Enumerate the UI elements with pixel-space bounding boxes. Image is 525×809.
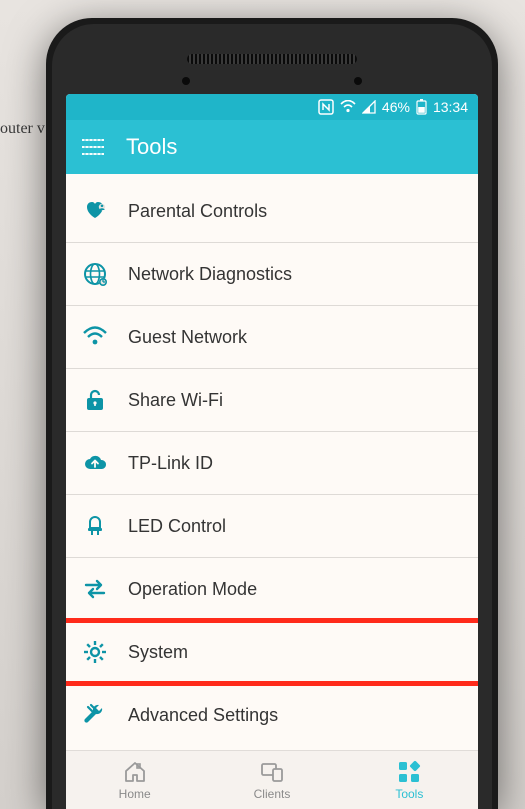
- page-title: Tools: [126, 134, 177, 160]
- row-label: Guest Network: [128, 327, 247, 348]
- background-text: outer v: [0, 120, 45, 138]
- phone-frame: 46% 13:34 Tools Parental Controls: [46, 18, 498, 809]
- row-tplink-id[interactable]: TP-Link ID: [66, 432, 478, 495]
- parental-icon: [80, 196, 110, 226]
- status-bar: 46% 13:34: [66, 94, 478, 120]
- bottom-nav: Home Clients Tools: [66, 750, 478, 809]
- highlight-bar: [66, 618, 478, 623]
- phone-sensor: [182, 77, 190, 85]
- battery-text: 46%: [382, 99, 410, 115]
- wrench-icon: [80, 700, 110, 730]
- phone-inner: 46% 13:34 Tools Parental Controls: [52, 24, 492, 809]
- gear-icon: [80, 637, 110, 667]
- cloud-up-icon: [80, 448, 110, 478]
- row-system[interactable]: System: [66, 621, 478, 684]
- row-label: Network Diagnostics: [128, 264, 292, 285]
- phone-speaker: [187, 54, 357, 64]
- arrows-icon: [80, 574, 110, 604]
- tools-icon: [396, 759, 422, 785]
- signal-icon: [362, 100, 376, 114]
- tab-label: Tools: [395, 787, 423, 801]
- row-label: LED Control: [128, 516, 226, 537]
- lock-icon: [80, 385, 110, 415]
- row-operation-mode[interactable]: Operation Mode: [66, 558, 478, 621]
- row-led-control[interactable]: LED Control: [66, 495, 478, 558]
- wifi-icon: [340, 100, 356, 114]
- globe-icon: [80, 259, 110, 289]
- guest-wifi-icon: [80, 322, 110, 352]
- row-label: System: [128, 642, 188, 663]
- row-network-diagnostics[interactable]: Network Diagnostics: [66, 243, 478, 306]
- row-label: Advanced Settings: [128, 705, 278, 726]
- devices-icon: [259, 759, 285, 785]
- row-share-wifi[interactable]: Share Wi-Fi: [66, 369, 478, 432]
- battery-icon: [416, 99, 427, 115]
- tab-label: Home: [119, 787, 151, 801]
- tools-list: Parental Controls Network Diagnostics Gu…: [66, 174, 478, 746]
- nfc-icon: [318, 99, 334, 115]
- phone-sensor: [354, 77, 362, 85]
- row-label: TP-Link ID: [128, 453, 213, 474]
- row-label: Parental Controls: [128, 201, 267, 222]
- row-advanced-settings[interactable]: Advanced Settings: [66, 684, 478, 746]
- tab-home[interactable]: Home: [66, 751, 203, 809]
- tab-tools[interactable]: Tools: [341, 751, 478, 809]
- clock-text: 13:34: [433, 99, 468, 115]
- tab-clients[interactable]: Clients: [203, 751, 340, 809]
- menu-icon[interactable]: [82, 139, 104, 155]
- row-label: Share Wi-Fi: [128, 390, 223, 411]
- screen: 46% 13:34 Tools Parental Controls: [66, 94, 478, 809]
- row-guest-network[interactable]: Guest Network: [66, 306, 478, 369]
- highlight-bar: [66, 681, 478, 686]
- row-label: Operation Mode: [128, 579, 257, 600]
- led-icon: [80, 511, 110, 541]
- row-parental-controls[interactable]: Parental Controls: [66, 180, 478, 243]
- home-icon: [122, 759, 148, 785]
- tab-label: Clients: [254, 787, 291, 801]
- app-bar: Tools: [66, 120, 478, 174]
